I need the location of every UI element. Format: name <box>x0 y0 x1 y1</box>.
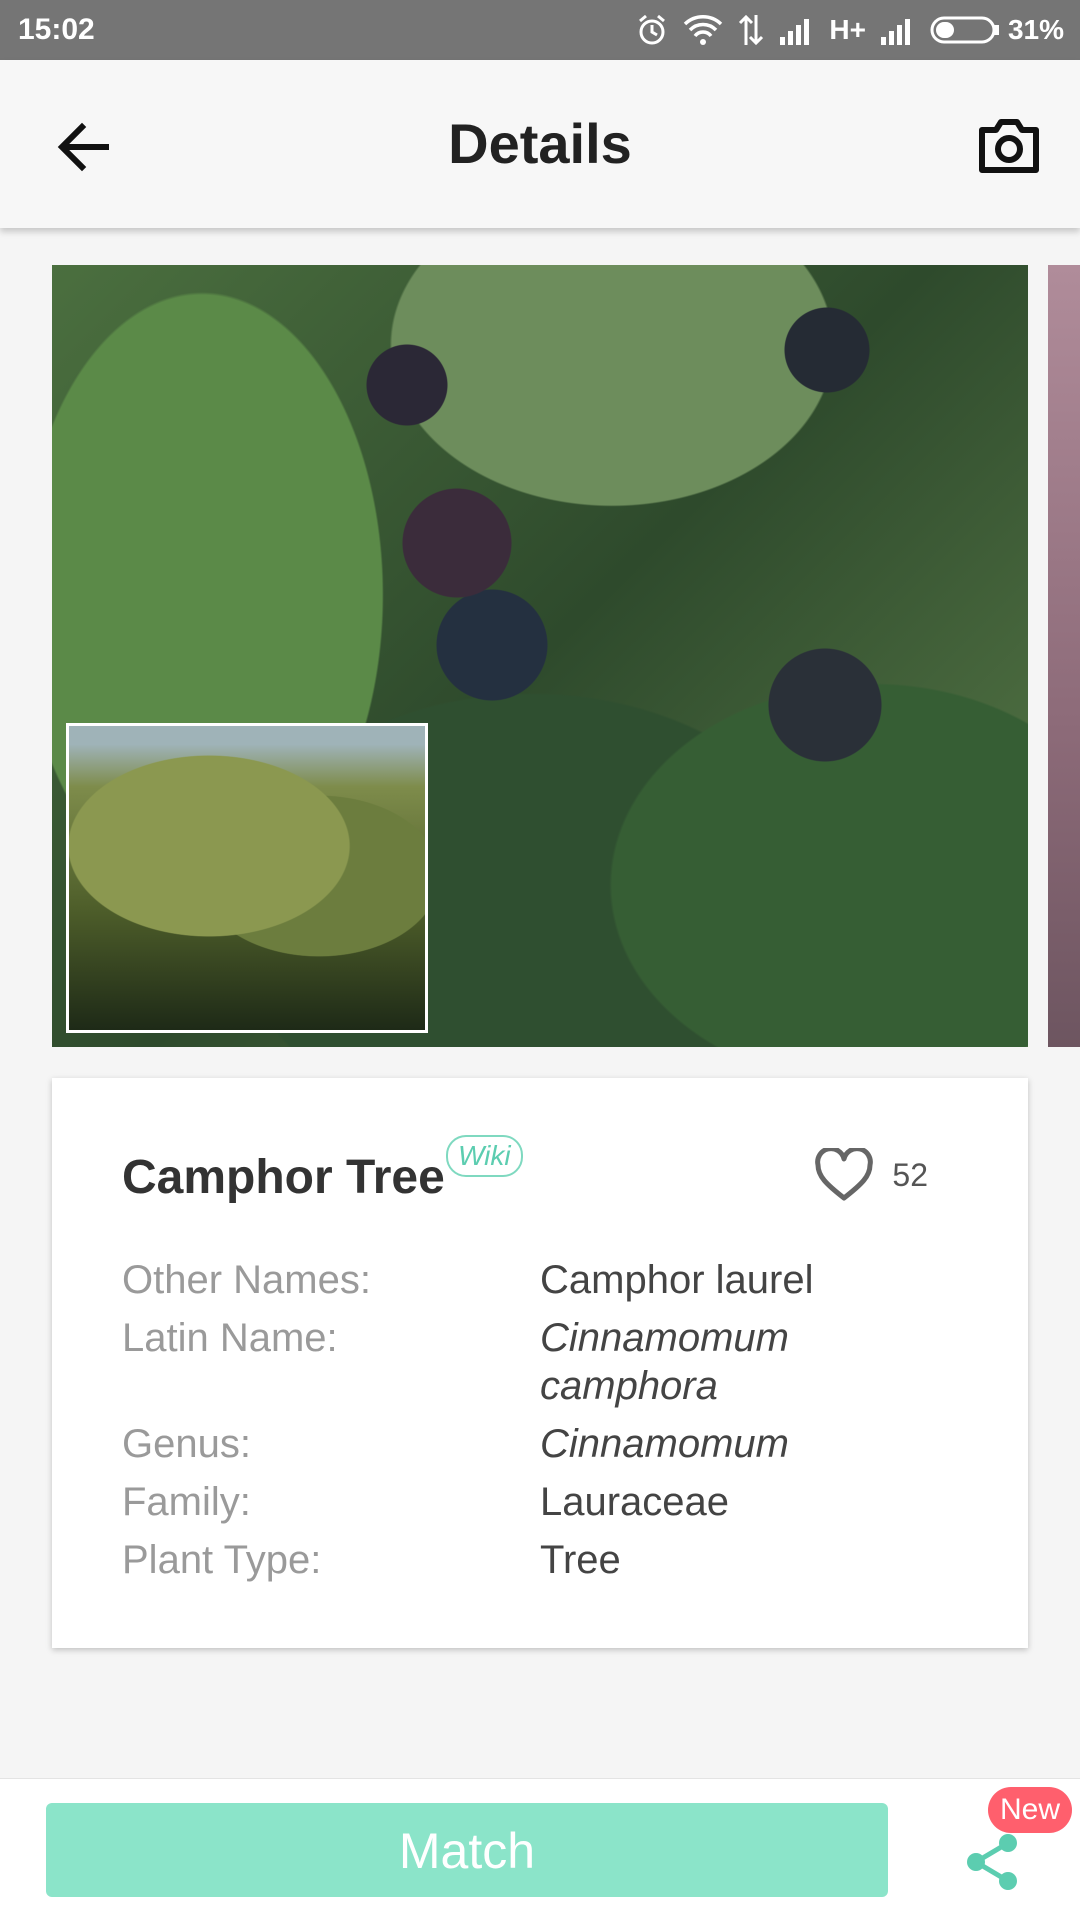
plant-name: Camphor Tree <box>122 1151 445 1204</box>
battery: 31% <box>930 14 1064 46</box>
info-value: Camphor laurel <box>540 1258 814 1302</box>
app-bar: Details <box>0 60 1080 228</box>
camera-icon <box>979 119 1039 173</box>
bottom-bar: Match New <box>0 1778 1080 1921</box>
info-label: Genus: <box>122 1422 251 1466</box>
info-row-family: Family: Lauraceae <box>122 1478 962 1526</box>
network-type: H+ <box>829 14 866 45</box>
info-value: Cinnamomum <box>540 1422 789 1466</box>
photo-gallery[interactable] <box>52 265 1028 1047</box>
share-button[interactable] <box>960 1829 1026 1895</box>
info-row-genus: Genus: Cinnamomum <box>122 1420 962 1468</box>
new-badge: New <box>988 1787 1073 1833</box>
info-value: Tree <box>540 1538 621 1582</box>
share-icon <box>967 1834 1017 1890</box>
info-row-plant-type: Plant Type: Tree <box>122 1536 962 1584</box>
info-label: Latin Name: <box>122 1316 338 1360</box>
info-row-latin-name: Latin Name: Cinnamomum camphora <box>122 1314 962 1410</box>
wiki-link[interactable]: Wiki <box>446 1135 523 1177</box>
info-label: Family: <box>122 1480 251 1524</box>
info-label: Other Names: <box>122 1258 371 1302</box>
status-icons: H+ 31% <box>635 0 1064 60</box>
like-count: 52 <box>892 1156 928 1193</box>
info-label: Plant Type: <box>122 1538 322 1582</box>
page-title: Details <box>448 112 632 175</box>
signal-icon <box>780 19 810 45</box>
plant-info-card: Camphor Tree Wiki 52 Other Names: Campho… <box>52 1078 1028 1648</box>
signal-icon <box>880 19 910 45</box>
info-value: Lauraceae <box>540 1480 730 1524</box>
heart-icon[interactable] <box>814 1148 874 1202</box>
status-bar: 15:02 H+ 31% <box>0 0 1080 60</box>
data-transfer-icon <box>739 14 764 46</box>
like-control[interactable]: 52 <box>814 1148 928 1202</box>
match-button[interactable]: Match <box>46 1803 888 1897</box>
plant-info-list: Other Names: Camphor laurel Latin Name: … <box>122 1256 962 1594</box>
info-row-other-names: Other Names: Camphor laurel <box>122 1256 962 1304</box>
battery-icon <box>930 16 999 44</box>
alarm-icon <box>639 14 666 45</box>
plant-photo-whole-tree[interactable] <box>66 723 428 1033</box>
status-time: 15:02 <box>18 13 95 46</box>
battery-percent: 31% <box>1007 14 1064 45</box>
next-photo-peek[interactable] <box>1048 265 1080 1047</box>
info-value: Cinnamomum camphora <box>540 1316 789 1408</box>
wifi-icon <box>684 15 723 45</box>
camera-button[interactable] <box>974 112 1044 182</box>
